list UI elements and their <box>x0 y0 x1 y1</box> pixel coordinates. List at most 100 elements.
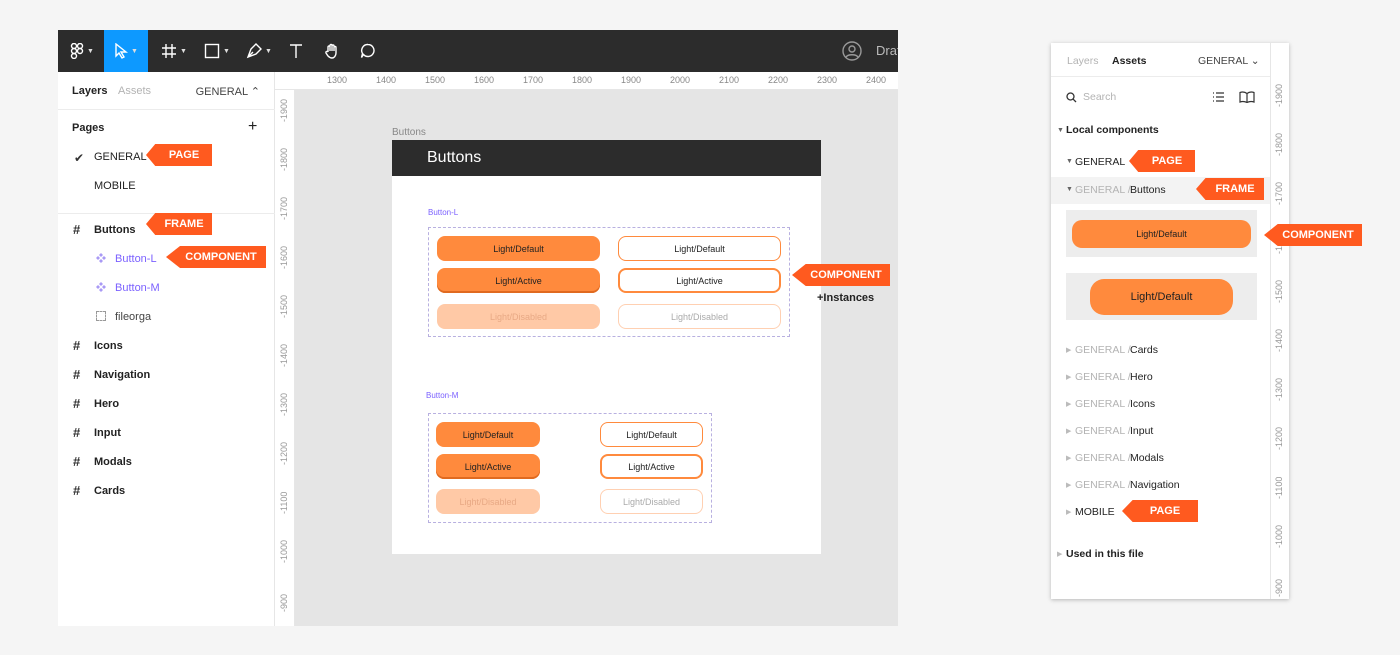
divider <box>58 109 275 110</box>
ruler-tick-label: -900 <box>279 593 289 612</box>
frame-tool-button[interactable]: ▼ <box>154 30 194 72</box>
comment-tool-button[interactable] <box>356 30 380 72</box>
ruler-tick-label: 1300 <box>327 75 348 85</box>
button-m-light-disabled[interactable]: Light/Disabled <box>436 489 540 514</box>
button-l-outline-default[interactable]: Light/Default <box>618 236 781 261</box>
list-view-icon[interactable] <box>1212 91 1225 103</box>
layer-frame-input[interactable]: Input <box>94 427 121 439</box>
button-l-light-default[interactable]: Light/Default <box>437 236 600 261</box>
shape-tool-button[interactable]: ▼ <box>198 30 236 72</box>
library-book-icon[interactable] <box>1239 91 1255 103</box>
hand-icon <box>325 43 337 59</box>
asset-group-general-hero[interactable]: Hero <box>1130 371 1153 383</box>
annotation-frame: FRAME <box>1196 178 1264 200</box>
ruler-tick-label: -1800 <box>279 147 289 171</box>
page-item-mobile[interactable]: MOBILE <box>94 180 136 192</box>
asset-group-general-navigation[interactable]: Navigation <box>1130 479 1180 491</box>
local-components-heading[interactable]: Local components <box>1066 124 1159 136</box>
button-l-outline-disabled[interactable]: Light/Disabled <box>618 304 781 329</box>
layer-fileorga[interactable]: fileorga <box>115 311 151 323</box>
checkmark-icon: ✔ <box>74 151 85 165</box>
asset-group-general-buttons[interactable]: Buttons <box>1130 184 1166 196</box>
main-menu-button[interactable]: ▼ <box>62 30 102 72</box>
pen-tool-button[interactable]: ▼ <box>240 30 278 72</box>
ruler-tick-label: -1400 <box>1274 328 1284 352</box>
caret-down-icon[interactable]: ▼ <box>1066 158 1073 165</box>
vertical-ruler: -1900 -1800 -1700 -1600 -1500 -1400 -130… <box>275 90 295 626</box>
chevron-down-icon: ▼ <box>223 47 230 55</box>
annotation-component: COMPONENT <box>1264 224 1362 246</box>
button-l-outline-active[interactable]: Light/Active <box>618 268 781 293</box>
page-selector[interactable]: GENERAL ⌃ <box>196 85 260 98</box>
frame-hash-icon: # <box>73 367 81 382</box>
button-m-light-active[interactable]: Light/Active <box>436 454 540 479</box>
ruler-tick-label: -1100 <box>279 491 289 514</box>
caret-right-icon[interactable]: ▶ <box>1066 400 1071 408</box>
asset-group-general[interactable]: GENERAL <box>1075 156 1125 168</box>
asset-group-general-input[interactable]: Input <box>1130 425 1153 437</box>
tab-assets[interactable]: Assets <box>118 85 151 97</box>
caret-right-icon[interactable]: ▶ <box>1066 373 1071 381</box>
layer-frame-navigation[interactable]: Navigation <box>94 369 150 381</box>
asset-group-mobile[interactable]: MOBILE <box>1075 506 1115 518</box>
user-avatar[interactable] <box>840 30 864 72</box>
asset-group-general-modals[interactable]: Modals <box>1130 452 1164 464</box>
button-m-outline-default[interactable]: Light/Default <box>600 422 703 447</box>
tab-layers[interactable]: Layers <box>72 85 107 97</box>
divider <box>1051 76 1270 77</box>
annotation-page: PAGE <box>1122 500 1198 522</box>
preview-button-m: Light/Default <box>1090 279 1233 315</box>
ruler-tick-label: -1500 <box>1274 279 1284 303</box>
caret-right-icon[interactable]: ▶ <box>1066 454 1071 462</box>
pages-heading: Pages <box>72 122 105 134</box>
ruler-tick-label: -1800 <box>1274 132 1284 156</box>
caret-right-icon[interactable]: ▶ <box>1066 481 1071 489</box>
move-tool-button[interactable]: ▼ <box>104 30 148 72</box>
caret-down-icon[interactable]: ▼ <box>1057 127 1064 134</box>
layer-frame-cards[interactable]: Cards <box>94 485 125 497</box>
button-m-outline-active[interactable]: Light/Active <box>600 454 703 479</box>
caret-right-icon[interactable]: ▶ <box>1066 427 1071 435</box>
button-m-light-default[interactable]: Light/Default <box>436 422 540 447</box>
add-page-button[interactable]: + <box>248 118 257 136</box>
buttons-frame[interactable]: Buttons Button-L Light/Default Light/Act… <box>392 140 821 554</box>
layer-component-button-l[interactable]: Button-L <box>115 253 157 265</box>
asset-group-general-icons[interactable]: Icons <box>1130 398 1155 410</box>
layer-frame-hero[interactable]: Hero <box>94 398 119 410</box>
caret-right-icon[interactable]: ▶ <box>1057 550 1062 558</box>
page-item-general[interactable]: GENERAL <box>94 151 147 163</box>
caret-right-icon[interactable]: ▶ <box>1066 346 1071 354</box>
asset-group-general-cards[interactable]: Cards <box>1130 344 1158 356</box>
ruler-tick-label: -1600 <box>279 245 289 269</box>
layer-frame-icons[interactable]: Icons <box>94 340 123 352</box>
button-m-outline-disabled[interactable]: Light/Disabled <box>600 489 703 514</box>
file-title[interactable]: Draf <box>876 43 898 58</box>
vertical-ruler: -1900 -1800 -1700 -1600 -1500 -1400 -130… <box>1270 43 1289 599</box>
chevron-down-icon: ▼ <box>87 47 94 55</box>
button-l-light-active[interactable]: Light/Active <box>437 268 600 293</box>
button-l-light-disabled[interactable]: Light/Disabled <box>437 304 600 329</box>
caret-right-icon[interactable]: ▶ <box>1066 508 1071 516</box>
layer-frame-buttons[interactable]: Buttons <box>94 224 136 236</box>
page-selector[interactable]: GENERAL ⌄ <box>1198 55 1260 67</box>
ruler-tick-label: 2300 <box>817 75 838 85</box>
layer-frame-modals[interactable]: Modals <box>94 456 132 468</box>
ruler-tick-label: 2000 <box>670 75 691 85</box>
used-in-this-file-heading[interactable]: Used in this file <box>1066 548 1144 560</box>
frame-name-label[interactable]: Buttons <box>392 127 426 138</box>
ruler-tick-label: -1500 <box>279 294 289 318</box>
tab-assets[interactable]: Assets <box>1112 55 1146 67</box>
text-tool-button[interactable] <box>284 30 308 72</box>
assets-panel: Layers Assets GENERAL ⌄ Search ▼ Local c… <box>1051 43 1289 599</box>
ruler-tick-label: -1700 <box>279 196 289 220</box>
frame-hash-icon: # <box>73 338 81 353</box>
annotation-component: COMPONENT <box>166 246 266 268</box>
tab-layers[interactable]: Layers <box>1067 55 1099 67</box>
figma-logo-icon <box>70 43 84 59</box>
ruler-tick-label: -1300 <box>1274 377 1284 401</box>
layer-component-button-m[interactable]: Button-M <box>115 282 160 294</box>
hand-tool-button[interactable] <box>320 30 344 72</box>
frame-hash-icon: # <box>73 396 81 411</box>
caret-down-icon[interactable]: ▼ <box>1066 186 1073 193</box>
search-input[interactable]: Search <box>1083 91 1116 103</box>
